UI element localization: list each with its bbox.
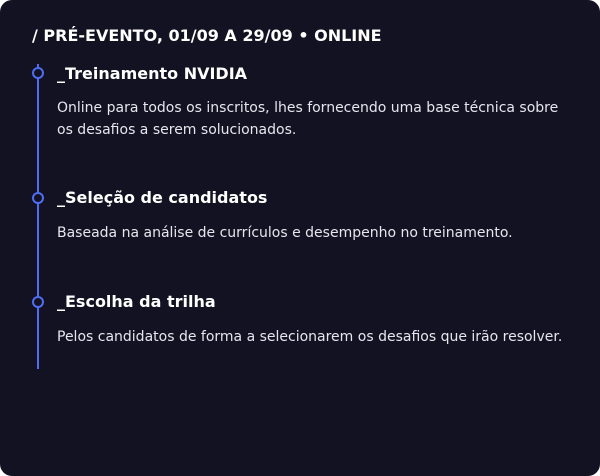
event-period-header: / PRÉ-EVENTO, 01/09 A 29/09 • ONLINE	[32, 26, 382, 45]
timeline-item-description: Pelos candidatos de forma a selecionarem…	[57, 329, 563, 345]
timeline-item-title: _Seleção de candidatos	[57, 188, 268, 207]
circle-outline-icon	[32, 296, 44, 308]
timeline-item-description: Baseada na análise de currículos e desem…	[57, 225, 513, 241]
event-timeline-card: / PRÉ-EVENTO, 01/09 A 29/09 • ONLINE _Tr…	[0, 0, 600, 476]
timeline-item-title: _Treinamento NVIDIA	[57, 64, 248, 83]
circle-outline-icon	[32, 192, 44, 204]
timeline-item-description: Online para todos os inscritos, lhes for…	[57, 100, 559, 138]
timeline-line	[37, 64, 39, 369]
circle-outline-icon	[32, 67, 44, 79]
timeline-item-title: _Escolha da trilha	[57, 292, 216, 311]
